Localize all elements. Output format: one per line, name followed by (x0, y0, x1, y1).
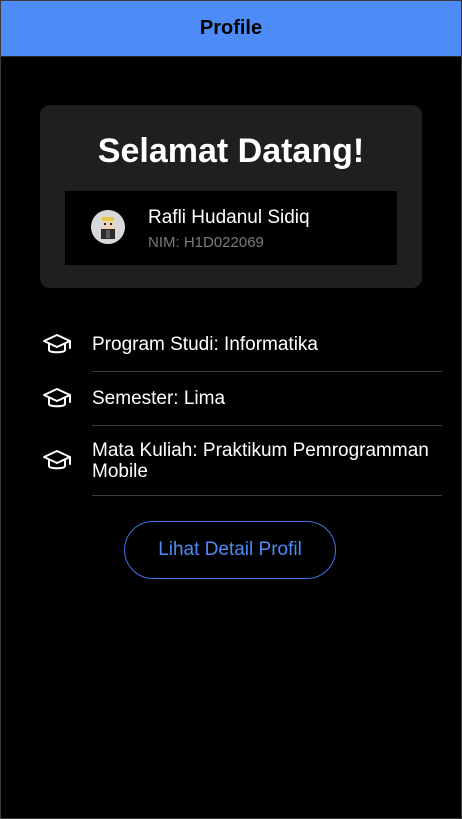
info-label: Semester: Lima (92, 372, 442, 426)
info-label: Program Studi: Informatika (92, 318, 442, 372)
user-nim: NIM: H1D022069 (148, 234, 264, 251)
app-screen: Profile Selamat Datang! Rafli Hudanul Si… (0, 0, 462, 819)
info-label: Mata Kuliah: Praktikum Pemrogramman Mobi… (92, 426, 442, 496)
view-profile-detail-button[interactable]: Lihat Detail Profil (124, 521, 336, 579)
user-name: Rafli Hudanul Sidiq (148, 207, 310, 228)
info-item-program-studi: Program Studi: Informatika (41, 318, 442, 372)
graduation-cap-icon (41, 383, 73, 415)
info-list: Program Studi: Informatika Semester: Lim… (41, 318, 442, 496)
graduation-cap-icon (41, 445, 73, 477)
info-item-mata-kuliah: Mata Kuliah: Praktikum Pemrogramman Mobi… (41, 426, 442, 496)
graduation-cap-icon (41, 329, 73, 361)
app-bar-title: Profile (199, 17, 263, 39)
user-info-tile[interactable]: Rafli Hudanul Sidiq NIM: H1D022069 (65, 191, 397, 265)
welcome-card: Selamat Datang! Rafli Hudanul Sidiq NIM:… (40, 105, 422, 288)
welcome-heading: Selamat Datang! (97, 132, 365, 170)
app-bar: Profile (1, 1, 461, 57)
avatar-icon (91, 210, 125, 244)
info-item-semester: Semester: Lima (41, 372, 442, 426)
